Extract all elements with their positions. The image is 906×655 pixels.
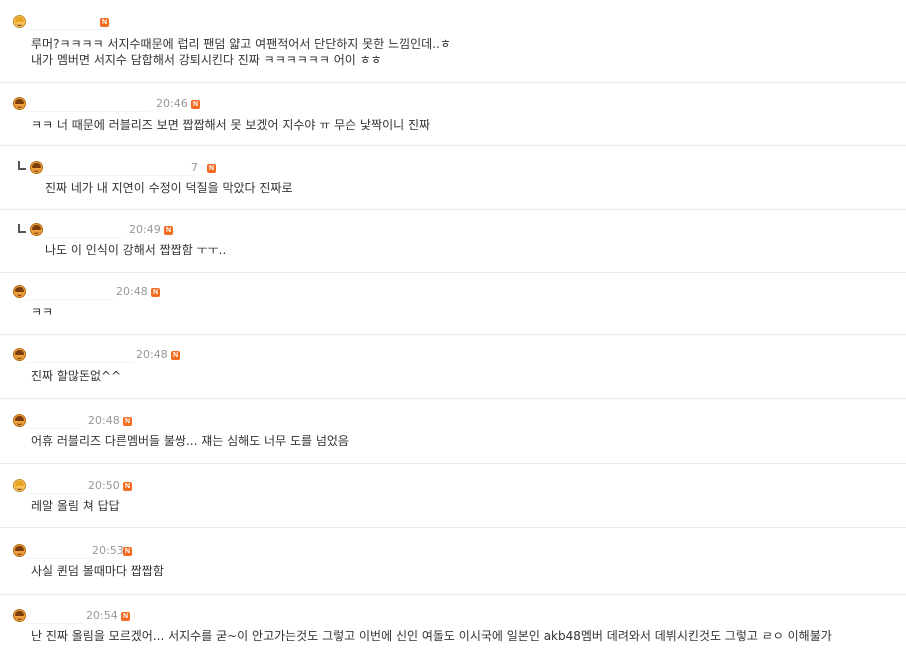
comment-text: 어휴 러블리즈 다른멤버들 불쌍... 쟤는 심해도 너무 도를 넘었음 <box>31 433 349 449</box>
comment-item: 20:46 N ㅋㅋ 너 때문에 러블리즈 보면 짭짭해서 못 보겠어 지수야 … <box>0 83 906 146</box>
comment-time: 20:48 <box>116 285 148 298</box>
avatar-icon[interactable] <box>30 161 43 174</box>
avatar-icon[interactable] <box>13 285 26 298</box>
comment-item: N 루머?ㅋㅋㅋㅋ 서지수때문에 럽리 팬덤 얇고 여팬적어서 단단하지 못한 … <box>0 0 906 83</box>
comment-line: ㅋㅋ 너 때문에 러블리즈 보면 짭짭해서 못 보겠어 지수야 ㅠ 무슨 낯짝이… <box>31 118 431 132</box>
avatar-icon[interactable] <box>13 544 26 557</box>
comment-time: 20:50 <box>88 479 120 492</box>
comment-time: 20:48 <box>136 348 168 361</box>
comment-text: 진짜 네가 내 지연이 수정이 덕질을 막았다 진짜로 <box>45 180 293 196</box>
reply-arrow-icon <box>18 161 26 170</box>
new-badge-icon: N <box>164 226 173 235</box>
comment-time: 20:53 <box>92 544 124 557</box>
comment-text: 나도 이 인식이 강해서 짭짭함 ㅜㅜ.. <box>45 242 226 258</box>
avatar-icon[interactable] <box>30 223 43 236</box>
comment-text: ㅋㅋ <box>31 304 53 320</box>
avatar-icon[interactable] <box>13 479 26 492</box>
avatar-icon[interactable] <box>13 15 26 28</box>
nickname-redacted[interactable] <box>27 479 85 494</box>
comment-line: 나도 이 인식이 강해서 짭짭함 ㅜㅜ.. <box>45 243 227 257</box>
nickname-redacted[interactable] <box>45 223 122 238</box>
comment-item: 20:48 N 진짜 할많돈없^^ <box>0 335 906 399</box>
comment-line: 진짜 할많돈없^^ <box>31 369 122 383</box>
nickname-redacted[interactable] <box>27 285 115 300</box>
comment-item: 20:53 N 사실 퀸덤 볼때마다 짭짭함 <box>0 528 906 595</box>
new-badge-icon: N <box>123 547 132 556</box>
comment-line: 어휴 러블리즈 다른멤버들 불쌍... 쟤는 심해도 너무 도를 넘었음 <box>31 434 349 448</box>
reply-arrow-icon <box>18 224 26 233</box>
comment-text: 난 진짜 올림을 모르겠어... 서지수를 굳~이 안고가는것도 그렇고 이번에… <box>31 628 832 644</box>
comment-list: N 루머?ㅋㅋㅋㅋ 서지수때문에 럽리 팬덤 얇고 여팬적어서 단단하지 못한 … <box>0 0 906 655</box>
comment-text: 루머?ㅋㅋㅋㅋ 서지수때문에 럽리 팬덤 얇고 여팬적어서 단단하지 못한 느낌… <box>31 36 451 68</box>
comment-line: 진짜 네가 내 지연이 수정이 덕질을 막았다 진짜로 <box>45 181 293 195</box>
comment-text: 진짜 할많돈없^^ <box>31 368 121 384</box>
comment-text: ㅋㅋ 너 때문에 러블리즈 보면 짭짭해서 못 보겠어 지수야 ㅠ 무슨 낯짝이… <box>31 117 430 133</box>
nickname-redacted[interactable] <box>27 97 151 112</box>
avatar-icon[interactable] <box>13 414 26 427</box>
comment-line: 레알 올림 쳐 답답 <box>31 499 120 513</box>
comment-time: 20:49 <box>129 223 161 236</box>
nickname-redacted[interactable] <box>27 609 83 624</box>
nickname-redacted[interactable] <box>45 161 195 176</box>
nickname-redacted[interactable] <box>27 15 106 30</box>
comment-line: 루머?ㅋㅋㅋㅋ 서지수때문에 럽리 팬덤 얇고 여팬적어서 단단하지 못한 느낌… <box>31 37 451 51</box>
comment-text: 레알 올림 쳐 답답 <box>31 498 120 514</box>
avatar-icon[interactable] <box>13 97 26 110</box>
new-badge-icon: N <box>207 164 216 173</box>
new-badge-icon: N <box>171 351 180 360</box>
comment-line: 사실 퀸덤 볼때마다 짭짭함 <box>31 564 164 578</box>
new-badge-icon: N <box>123 482 132 491</box>
nickname-redacted[interactable] <box>27 544 92 559</box>
comment-line: ㅋㅋ <box>31 305 54 319</box>
avatar-icon[interactable] <box>13 348 26 361</box>
comment-time: 7 <box>191 161 198 174</box>
new-badge-icon: N <box>121 612 130 621</box>
new-badge-icon: N <box>100 18 109 27</box>
comment-time: 20:54 <box>86 609 118 622</box>
comment-line: 내가 멤버면 서지수 담합해서 강퇴시킨다 진짜 ㅋㅋㅋㅋㅋㅋ 어이 ㅎㅎ <box>31 53 382 67</box>
new-badge-icon: N <box>191 100 200 109</box>
comment-line: 난 진짜 올림을 모르겠어... 서지수를 굳~이 안고가는것도 그렇고 이번에… <box>31 629 832 643</box>
comment-time: 20:46 <box>156 97 188 110</box>
nickname-redacted[interactable] <box>27 414 81 429</box>
avatar-icon[interactable] <box>13 609 26 622</box>
comment-time: 20:48 <box>88 414 120 427</box>
reply-item: 20:49 N 나도 이 인식이 강해서 짭짭함 ㅜㅜ.. <box>0 210 906 273</box>
reply-item: 7 N 진짜 네가 내 지연이 수정이 덕질을 막았다 진짜로 <box>0 146 906 210</box>
nickname-redacted[interactable] <box>27 348 135 363</box>
comment-item: 20:48 N 어휴 러블리즈 다른멤버들 불쌍... 쟤는 심해도 너무 도를… <box>0 399 906 464</box>
new-badge-icon: N <box>151 288 160 297</box>
comment-text: 사실 퀸덤 볼때마다 짭짭함 <box>31 563 164 579</box>
new-badge-icon: N <box>123 417 132 426</box>
comment-item: 20:54 N 난 진짜 올림을 모르겠어... 서지수를 굳~이 안고가는것도… <box>0 595 906 655</box>
comment-item: 20:48 N ㅋㅋ <box>0 273 906 335</box>
comment-item: 20:50 N 레알 올림 쳐 답답 <box>0 464 906 528</box>
